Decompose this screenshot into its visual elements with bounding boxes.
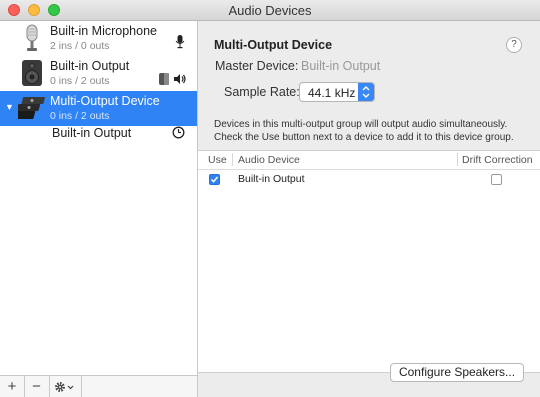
device-item-multi-output-device[interactable]: ▼ Multi-Output Device 0 ins / 2 outs <box>0 91 197 126</box>
microphone-icon <box>26 24 38 51</box>
subdevice-name: Built-in Output <box>52 126 132 140</box>
device-detail-panel: Multi-Output Device ? Master Device: Bui… <box>198 21 540 396</box>
device-channels: 0 ins / 2 outs <box>50 110 110 122</box>
sample-rate-select[interactable]: 44.1 kHz <box>299 82 375 102</box>
audio-device-name: Built-in Output <box>238 173 305 185</box>
action-menu-button[interactable] <box>49 376 82 397</box>
remove-device-button[interactable]: − <box>24 376 50 397</box>
input-microphone-icon <box>175 35 185 49</box>
device-name: Built-in Microphone <box>50 24 157 38</box>
help-button[interactable]: ? <box>506 37 522 53</box>
device-table: Use Audio Device Drift Correction Built-… <box>198 150 540 373</box>
add-device-button[interactable]: + <box>0 376 25 397</box>
checkmark-icon <box>210 176 219 183</box>
device-channels: 2 ins / 0 outs <box>50 40 110 52</box>
drift-correction-checkbox[interactable] <box>491 174 502 185</box>
volume-icon <box>174 74 186 84</box>
column-divider <box>457 153 458 166</box>
sidebar-toolbar: + − <box>0 375 198 397</box>
subdevice-item-built-in-output[interactable]: Built-in Output <box>0 122 197 144</box>
use-checkbox[interactable] <box>209 174 220 185</box>
column-divider <box>232 153 233 166</box>
sample-rate-label: Sample Rate: <box>224 85 300 99</box>
finder-icon <box>159 73 169 85</box>
column-header-drift-correction[interactable]: Drift Correction <box>462 151 533 169</box>
multi-output-icon <box>18 97 45 119</box>
header-divider <box>198 169 540 170</box>
group-description: Devices in this multi-output group will … <box>214 119 514 143</box>
column-header-use[interactable]: Use <box>208 151 227 169</box>
disclosure-triangle-icon[interactable]: ▼ <box>5 102 14 112</box>
column-header-audio-device[interactable]: Audio Device <box>238 151 300 169</box>
sample-rate-value: 44.1 kHz <box>308 86 356 100</box>
gear-icon <box>55 381 74 392</box>
title-bar: Audio Devices <box>0 0 540 21</box>
device-list: Built-in Microphone 2 ins / 0 outs Built… <box>0 21 198 375</box>
configure-speakers-button[interactable]: Configure Speakers... <box>390 363 524 382</box>
device-name: Built-in Output <box>50 59 130 73</box>
device-item-built-in-output[interactable]: Built-in Output 0 ins / 2 outs <box>0 56 197 91</box>
updown-arrows-icon <box>358 83 374 101</box>
master-device-label: Master Device: <box>215 59 299 73</box>
master-device-value[interactable]: Built-in Output <box>301 59 380 73</box>
speaker-icon <box>22 60 42 86</box>
device-channels: 0 ins / 2 outs <box>50 75 110 87</box>
clock-icon <box>172 126 185 139</box>
device-item-built-in-microphone[interactable]: Built-in Microphone 2 ins / 0 outs <box>0 21 197 56</box>
window-title: Audio Devices <box>228 3 312 18</box>
device-name: Multi-Output Device <box>50 94 160 108</box>
device-title: Multi-Output Device <box>214 38 333 52</box>
